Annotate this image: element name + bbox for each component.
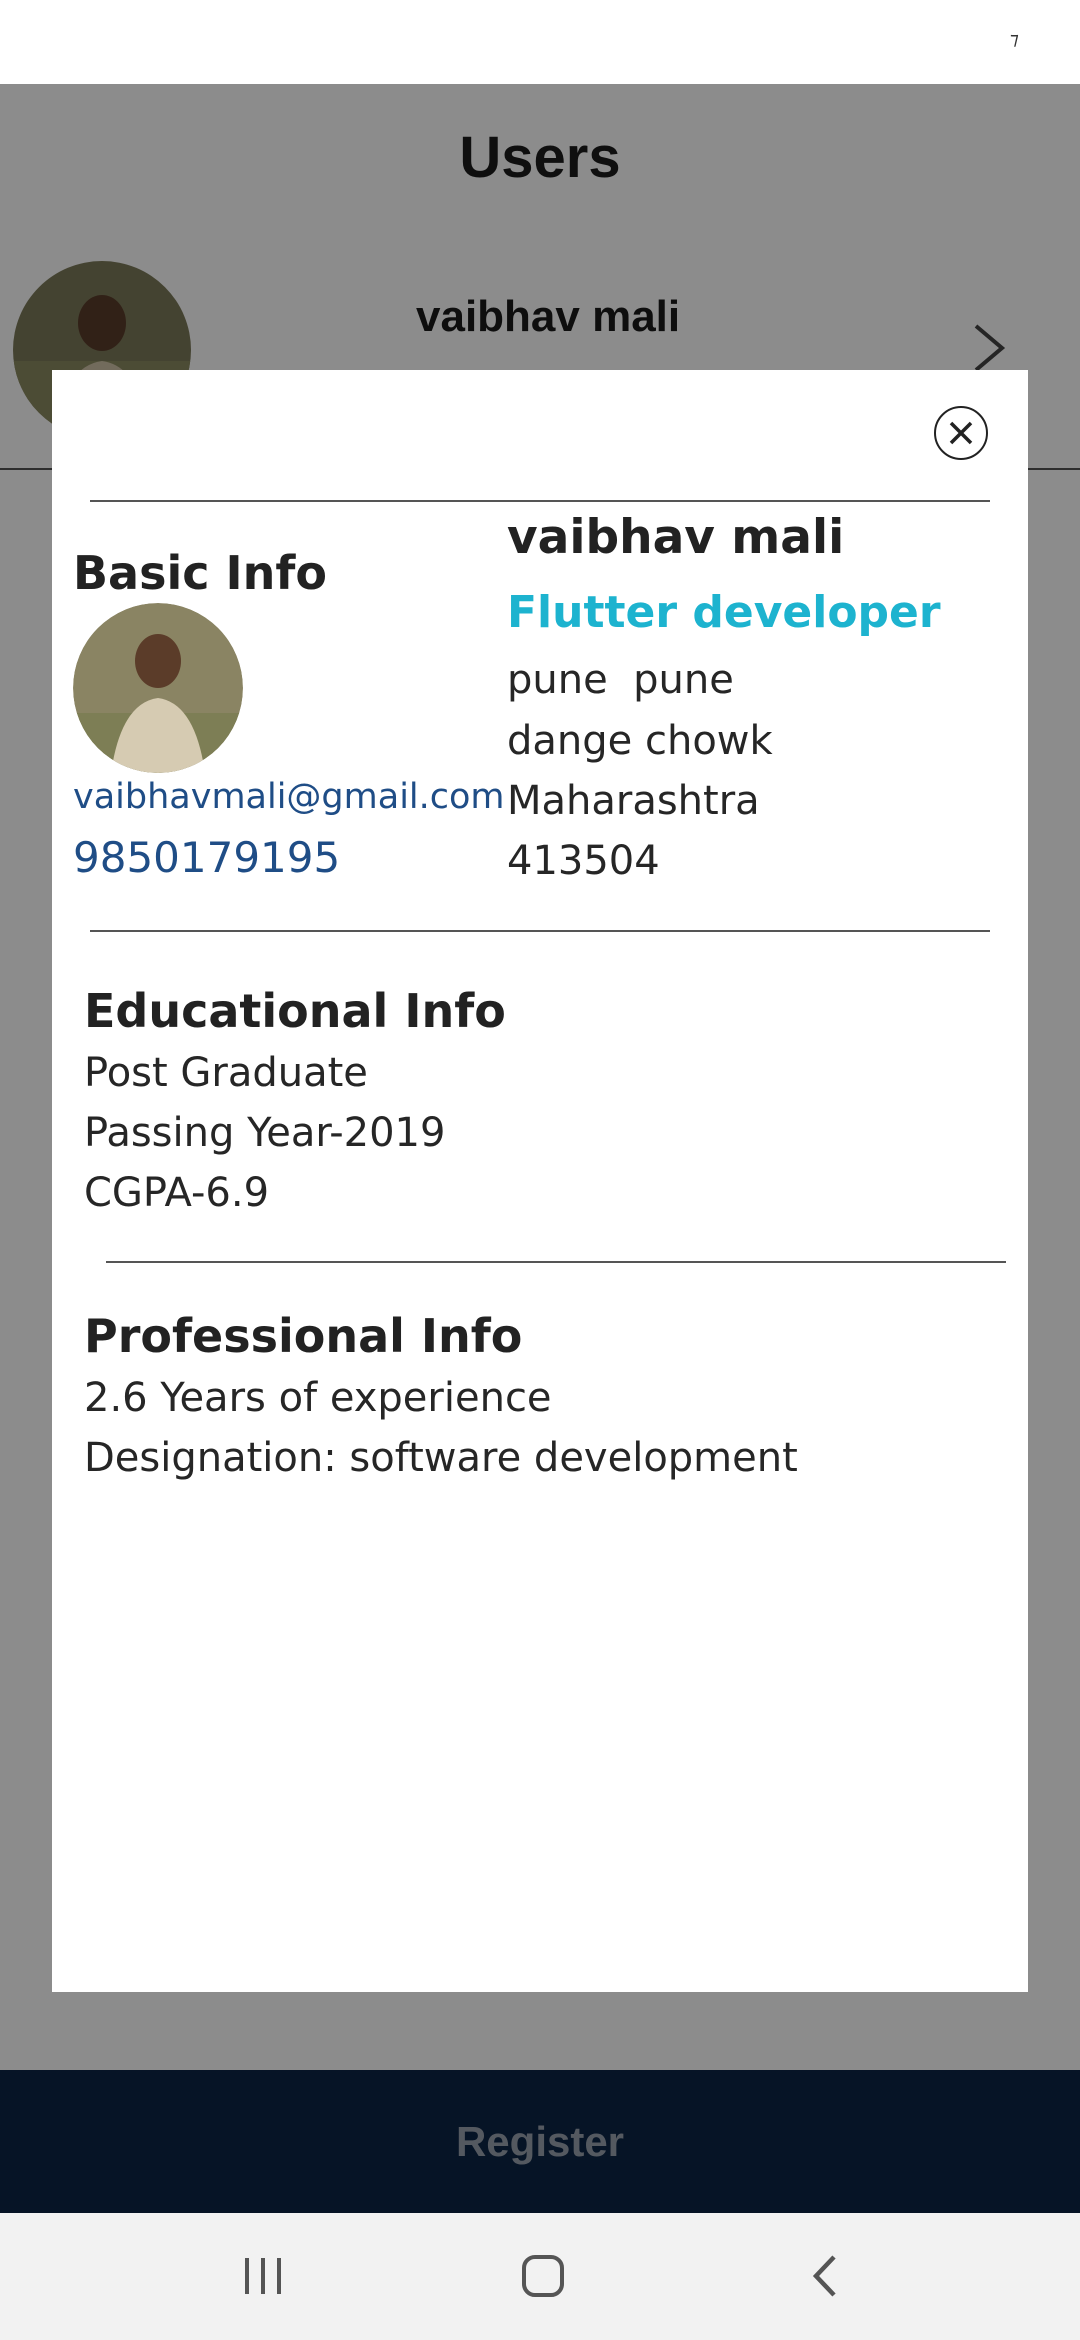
recents-icon[interactable] (233, 2251, 293, 2301)
educational-info-line: Post Graduate (84, 1050, 368, 1096)
user-detail-dialog: Basic Info vaibhavmali@gmail.com 9850179… (52, 370, 1028, 1992)
home-icon[interactable] (513, 2251, 573, 2301)
status-indicator-icon: ⁊ (1010, 29, 1019, 50)
email-link[interactable]: vaibhavmali@gmail.com (73, 777, 505, 817)
divider (90, 930, 990, 932)
address-line: dange chowk (507, 718, 773, 764)
close-icon[interactable] (934, 406, 988, 460)
phone-link[interactable]: 9850179195 (73, 833, 340, 882)
educational-info-title: Educational Info (84, 984, 506, 1038)
address-line: 413504 (507, 838, 660, 884)
system-nav-bar (0, 2213, 1080, 2340)
professional-info-title: Professional Info (84, 1309, 523, 1363)
address-line: pune pune (507, 657, 734, 703)
divider (90, 500, 990, 502)
status-bar: ⁊ (0, 0, 1080, 84)
educational-info-line: Passing Year-2019 (84, 1110, 446, 1156)
professional-info-line: 2.6 Years of experience (84, 1375, 552, 1421)
educational-info-line: CGPA-6.9 (84, 1170, 270, 1216)
address-line: Maharashtra (507, 778, 760, 824)
basic-info-title: Basic Info (73, 546, 328, 600)
divider (106, 1261, 1006, 1263)
back-icon[interactable] (795, 2251, 855, 2301)
profile-avatar (73, 603, 243, 773)
professional-info-line: Designation: software development (84, 1435, 798, 1481)
profile-name: vaibhav mali (507, 510, 845, 565)
profile-role: Flutter developer (507, 587, 941, 638)
